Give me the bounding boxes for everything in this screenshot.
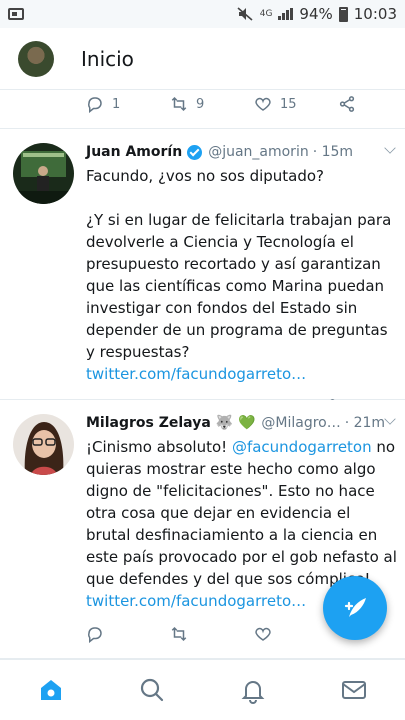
retweet-icon: [171, 626, 187, 642]
battery-percent: 94%: [299, 5, 333, 23]
compose-feather-icon: [344, 598, 366, 617]
status-bar: 4G 94% 10:03: [0, 0, 405, 28]
home-icon: [40, 680, 61, 700]
tweet[interactable]: Juan Amorín @juan_amorin · 15m Facundo, …: [0, 129, 405, 416]
author-handle[interactable]: @juan_amorin: [208, 144, 309, 160]
author-name[interactable]: Juan Amorín: [86, 144, 182, 160]
search-icon: [140, 678, 163, 702]
like-button[interactable]: 15: [254, 95, 338, 113]
tweet-time: · 15m: [312, 144, 354, 160]
mute-icon: [237, 7, 253, 21]
sim-card-icon: [8, 8, 24, 20]
tweet-previous[interactable]: 1 9 15: [0, 90, 405, 129]
signal-icon: [278, 8, 294, 20]
reply-icon: [88, 627, 102, 643]
heart-icon: [255, 97, 271, 111]
network-type: 4G: [259, 8, 273, 19]
notifications-icon: [241, 681, 265, 704]
app-header: Inicio: [0, 28, 405, 90]
tweet-text: Facundo, ¿vos no sos diputado? ¿Y si en …: [86, 167, 392, 383]
profile-avatar[interactable]: [18, 40, 54, 77]
reply-button[interactable]: 1: [86, 95, 170, 113]
like-button[interactable]: [254, 625, 338, 643]
nav-notifications[interactable]: [203, 660, 304, 720]
nav-home[interactable]: [0, 660, 101, 720]
reply-icon: [88, 97, 102, 113]
nav-messages[interactable]: [304, 660, 405, 720]
clock: 10:03: [353, 5, 397, 23]
nav-search[interactable]: [101, 660, 202, 720]
tweet-link[interactable]: twitter.com/facundogarreto…: [86, 592, 306, 610]
tweet-link[interactable]: twitter.com/facundogarreto…: [86, 365, 306, 383]
retweet-button[interactable]: [170, 625, 254, 643]
battery-icon: [338, 6, 348, 22]
reply-button[interactable]: [86, 625, 170, 643]
share-icon: [339, 96, 355, 112]
avatar[interactable]: [13, 414, 74, 475]
tweet-time: · 21m: [344, 415, 386, 431]
heart-icon: [255, 627, 271, 641]
avatar[interactable]: [13, 143, 74, 204]
bottom-nav: [0, 659, 405, 720]
messages-icon: [342, 681, 367, 699]
author-name[interactable]: Milagros Zelaya 🐺 💚: [86, 415, 255, 431]
mention-link[interactable]: @facundogarreton: [232, 438, 372, 456]
author-handle[interactable]: @Milagro…: [261, 415, 340, 431]
page-title: Inicio: [81, 46, 134, 71]
compose-tweet-button[interactable]: [323, 576, 387, 640]
verified-badge-icon: [187, 144, 203, 160]
retweet-icon: [171, 96, 187, 112]
share-button[interactable]: [338, 95, 405, 113]
retweet-button[interactable]: 9: [170, 95, 254, 113]
